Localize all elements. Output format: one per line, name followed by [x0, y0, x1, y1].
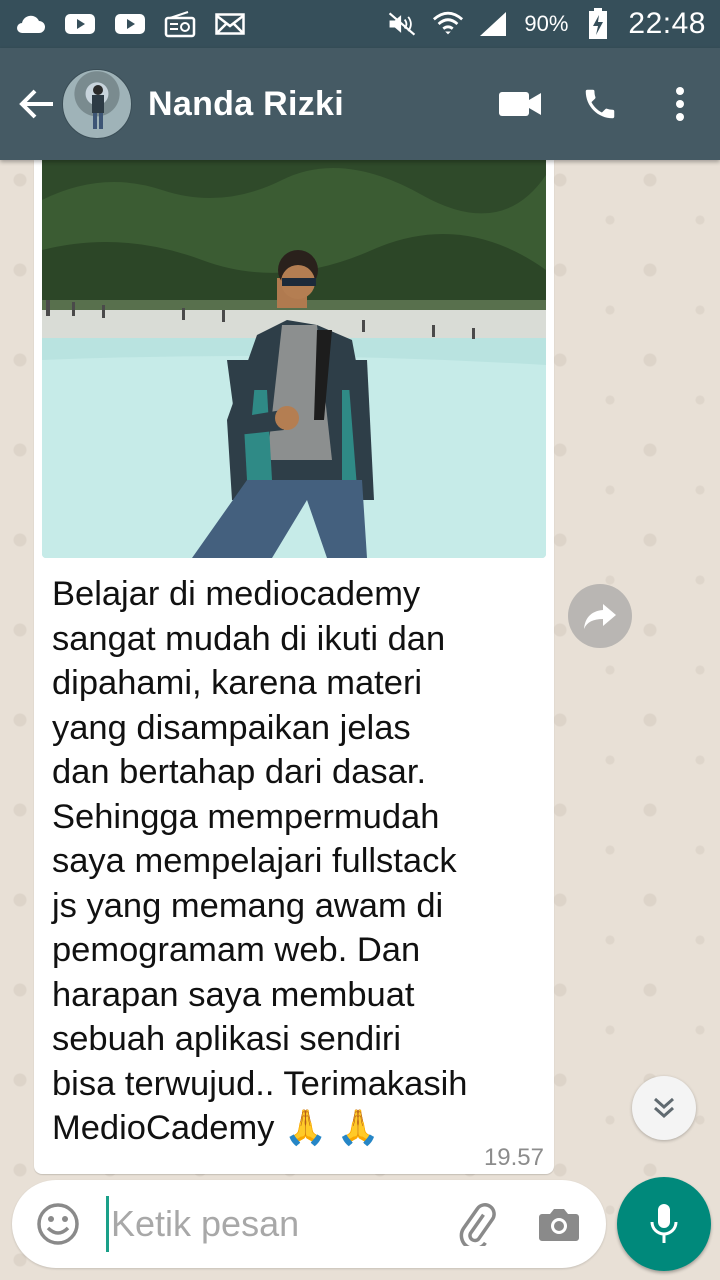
camera-icon [539, 1209, 579, 1241]
message-photo[interactable] [42, 160, 546, 558]
wifi-icon [432, 10, 464, 38]
video-call-button[interactable] [480, 64, 560, 144]
forward-icon [584, 604, 616, 629]
avatar[interactable] [62, 69, 132, 139]
system-icons: 90% 22:48 [386, 7, 706, 41]
forward-button[interactable] [568, 584, 632, 648]
clock: 22:48 [628, 7, 706, 40]
emoji-icon [37, 1203, 79, 1245]
cloud-icon [14, 10, 46, 38]
more-options-button[interactable] [640, 64, 720, 144]
battery-charging-icon [582, 8, 614, 39]
chat-header: Nanda Rizki [0, 48, 720, 160]
notification-icons [14, 10, 246, 38]
youtube-icon [64, 10, 96, 38]
mail-icon [214, 10, 246, 38]
camera-button[interactable] [529, 1194, 589, 1254]
contact-name[interactable]: Nanda Rizki [148, 85, 344, 124]
paperclip-icon [459, 1203, 496, 1246]
message-text: Belajar di mediocademy sangat mudah di i… [52, 575, 468, 1147]
scroll-to-bottom-button[interactable] [632, 1076, 696, 1140]
message-bubble[interactable]: Belajar di mediocademy sangat mudah di i… [34, 160, 554, 1174]
voice-call-button[interactable] [560, 64, 640, 144]
microphone-icon [650, 1204, 678, 1243]
youtube-icon [114, 10, 146, 38]
mute-icon [386, 10, 418, 38]
voice-message-button[interactable] [617, 1177, 711, 1271]
status-bar: 90% 22:48 [0, 0, 720, 48]
chat-area[interactable]: Belajar di mediocademy sangat mudah di i… [0, 160, 720, 1280]
header-actions [480, 64, 720, 144]
message-composer [12, 1180, 606, 1268]
signal-icon [478, 10, 510, 38]
battery-percentage: 90% [524, 11, 569, 36]
message-timestamp: 19.57 [483, 1144, 544, 1171]
back-button[interactable] [10, 74, 62, 134]
more-vert-icon [676, 87, 684, 121]
video-call-icon [499, 92, 541, 116]
text-cursor [106, 1196, 109, 1252]
radio-icon [164, 10, 196, 38]
back-arrow-icon [19, 89, 53, 119]
message-input[interactable] [111, 1203, 441, 1245]
attach-button[interactable] [447, 1194, 507, 1254]
double-chevron-down-icon [654, 1097, 674, 1119]
phone-icon [585, 89, 615, 119]
emoji-button[interactable] [28, 1194, 88, 1254]
